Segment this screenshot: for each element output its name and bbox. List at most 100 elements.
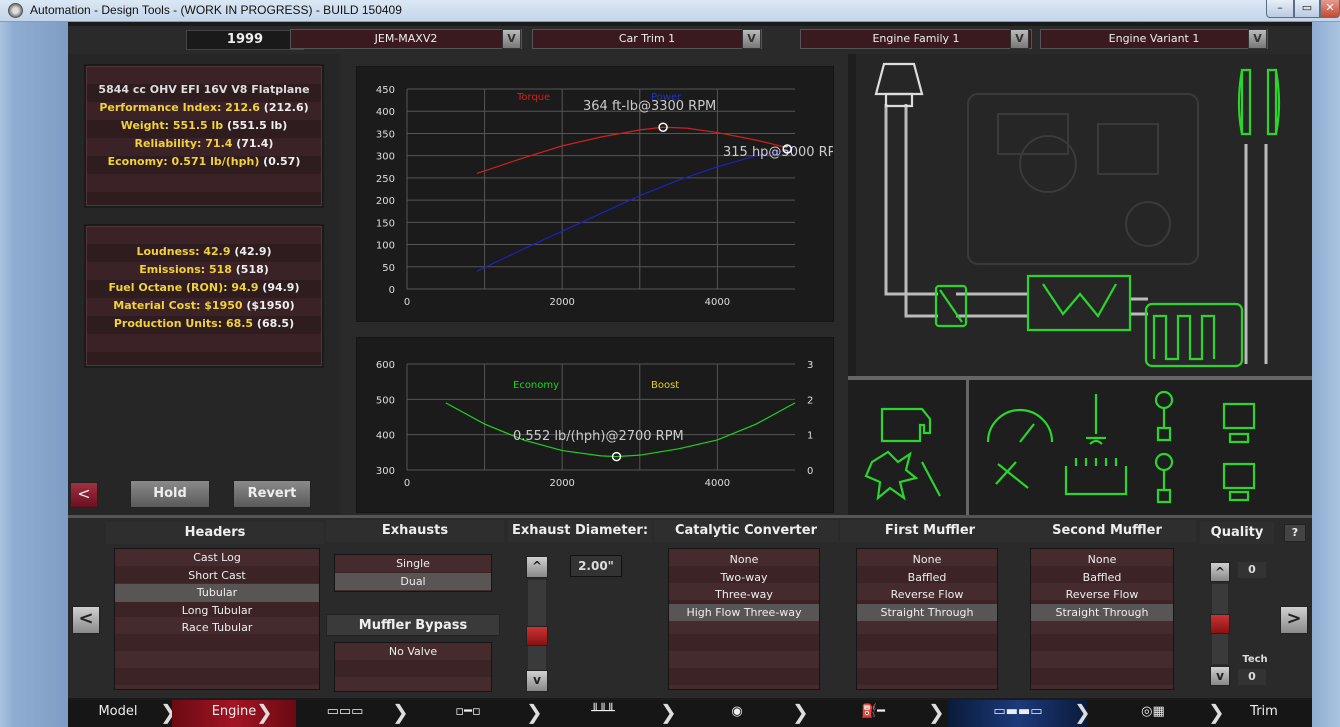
y2-tick-label: 2 bbox=[807, 395, 813, 406]
nav-engine[interactable]: Engine bbox=[172, 700, 296, 727]
first-muffler-option[interactable]: Baffled bbox=[857, 569, 997, 587]
piston-icon-2 bbox=[1222, 462, 1256, 502]
model-dropdown-button[interactable]: V bbox=[502, 29, 521, 49]
nav-exhaust-icon[interactable]: ▭▬▬▭ bbox=[948, 700, 1088, 727]
peak-torque-annotation: 364 ft-lb@3300 RPM bbox=[583, 99, 716, 114]
stat-value: Loudness: 42.9 bbox=[136, 245, 231, 258]
tachometer-icon bbox=[986, 408, 1054, 443]
catalytic-option[interactable]: Two-way bbox=[669, 569, 819, 587]
help-button[interactable]: ? bbox=[1284, 524, 1306, 542]
nav-trim[interactable]: Trim bbox=[1224, 700, 1304, 727]
headers-option[interactable]: Long Tubular bbox=[115, 602, 319, 620]
headers-option[interactable]: Tubular bbox=[115, 584, 319, 602]
model-dropdown[interactable]: JEM-MAXV2 bbox=[290, 29, 522, 49]
trim-dropdown-button[interactable]: V bbox=[742, 29, 761, 49]
catalytic-option[interactable]: High Flow Three-way bbox=[669, 603, 819, 621]
conrod-icon-2 bbox=[1154, 452, 1174, 504]
diameter-value: 2.00" bbox=[570, 555, 622, 577]
nav-model[interactable]: Model bbox=[68, 700, 168, 727]
revert-button[interactable]: Revert bbox=[233, 480, 311, 508]
exhausts-list: Single Dual bbox=[334, 554, 492, 592]
stat-previous-value: (94.9) bbox=[258, 281, 300, 294]
nav-test-icon[interactable]: ◎▦ bbox=[1098, 700, 1208, 727]
minimize-button[interactable]: – bbox=[1266, 0, 1294, 18]
trim-dropdown[interactable]: Car Trim 1 bbox=[532, 29, 762, 49]
diameter-up-button[interactable]: ^ bbox=[526, 556, 548, 578]
engine-variant-dropdown-button[interactable]: V bbox=[1248, 29, 1267, 49]
catalytic-option[interactable]: Three-way bbox=[669, 586, 819, 604]
stat-value: Weight: 551.5 lb bbox=[120, 119, 224, 132]
year-display: 1999 bbox=[186, 30, 304, 50]
stat-value: Emissions: 518 bbox=[139, 263, 232, 276]
nav-crankshaft-icon[interactable]: ╨╨╨ bbox=[548, 700, 658, 727]
headers-option[interactable]: Race Tubular bbox=[115, 619, 319, 637]
chevron-right-icon: ❯ bbox=[392, 700, 409, 724]
engine-variant-dropdown[interactable]: Engine Variant 1 bbox=[1040, 29, 1268, 49]
quality-value: 0 bbox=[1238, 562, 1266, 578]
back-button[interactable]: < bbox=[70, 482, 98, 508]
y-tick-label: 300 bbox=[376, 466, 395, 477]
y-tick-label: 50 bbox=[382, 263, 395, 274]
chevron-right-icon: ❯ bbox=[928, 700, 945, 724]
headers-option[interactable]: Cast Log bbox=[115, 549, 319, 567]
chevron-right-icon: ❯ bbox=[660, 700, 677, 724]
scroll-left-button[interactable]: < bbox=[72, 606, 100, 634]
y2-tick-label: 1 bbox=[807, 431, 813, 442]
stat-value: Fuel Octane (RON): 94.9 bbox=[108, 281, 259, 294]
window-close-button[interactable]: ✕ bbox=[1320, 0, 1340, 18]
y-tick-label: 0 bbox=[389, 285, 395, 296]
catalytic-option[interactable]: None bbox=[669, 551, 819, 569]
nav-fuel-icon[interactable]: ⛽━ bbox=[818, 700, 928, 727]
y-tick-label: 350 bbox=[376, 129, 395, 140]
bypass-option[interactable]: No Valve bbox=[335, 643, 491, 661]
nav-engine-block-icon[interactable]: ▭▭▭ bbox=[298, 700, 392, 727]
stat-previous-value: (42.9) bbox=[230, 245, 272, 258]
second-muffler-option[interactable]: Reverse Flow bbox=[1031, 586, 1173, 604]
stat-previous-value: (212.6) bbox=[259, 101, 309, 114]
second-muffler-option[interactable]: Straight Through bbox=[1031, 603, 1173, 621]
diameter-slider-handle[interactable] bbox=[526, 626, 548, 646]
x-tick-label: 4000 bbox=[705, 297, 730, 308]
exhausts-option[interactable]: Single bbox=[335, 555, 491, 573]
second-muffler-option[interactable]: Baffled bbox=[1031, 569, 1173, 587]
x-tick-label: 2000 bbox=[549, 478, 574, 489]
second-muffler-option[interactable]: None bbox=[1031, 551, 1173, 569]
legend-economy: Economy bbox=[513, 380, 559, 391]
engine-family-dropdown[interactable]: Engine Family 1 bbox=[800, 29, 1032, 49]
window-frame-right bbox=[1312, 22, 1340, 727]
first-muffler-option[interactable]: Straight Through bbox=[857, 603, 997, 621]
stat-previous-value: (551.5 lb) bbox=[223, 119, 288, 132]
diameter-down-button[interactable]: v bbox=[526, 670, 548, 692]
quality-up-button[interactable]: ^ bbox=[1210, 562, 1230, 582]
production-stats-panel: Loudness: 42.9 (42.9) Emissions: 518 (518… bbox=[84, 224, 324, 368]
exhausts-option[interactable]: Dual bbox=[335, 572, 491, 590]
stat-row: Economy: 0.571 lb/(hph) (0.57) bbox=[86, 153, 322, 171]
stat-previous-value: (68.5) bbox=[253, 317, 295, 330]
hold-button[interactable]: Hold bbox=[130, 480, 210, 508]
engine-valve-icon bbox=[1086, 394, 1106, 445]
chevron-right-icon: ❯ bbox=[1074, 700, 1091, 724]
maximize-button[interactable]: ▭ bbox=[1294, 0, 1320, 18]
headers-option[interactable]: Short Cast bbox=[115, 567, 319, 585]
y-tick-label: 500 bbox=[376, 395, 395, 406]
stat-row: Performance Index: 212.6 (212.6) bbox=[86, 99, 322, 117]
torque-power-chart: 0 50 100 150 200 250 300 350 400 450 0 2000 4000 Torq… bbox=[357, 67, 833, 321]
scroll-right-button[interactable]: > bbox=[1280, 606, 1308, 634]
quality-slider-handle[interactable] bbox=[1210, 614, 1230, 634]
nav-drivetrain-icon[interactable]: ▫━▫ bbox=[418, 700, 518, 727]
stat-row: Fuel Octane (RON): 94.9 (94.9) bbox=[86, 279, 322, 297]
nav-turbo-icon[interactable]: ◉ bbox=[684, 700, 790, 727]
quality-down-button[interactable]: v bbox=[1210, 666, 1230, 686]
first-muffler-option[interactable]: Reverse Flow bbox=[857, 586, 997, 604]
turbo-icon bbox=[864, 450, 919, 501]
bottom-nav: Model ❯ Engine ❯ ▭▭▭ ❯ ▫━▫ ❯ ╨╨╨ ❯ ◉ ❯ ⛽… bbox=[68, 700, 1312, 727]
engine-family-dropdown-button[interactable]: V bbox=[1010, 29, 1029, 49]
economy-chart: 300 400 500 600 0 2000 4000 0 1 2 3 Economy Boost 0.5… bbox=[357, 338, 833, 512]
exhaust-diameter-label: Exhaust Diameter: bbox=[508, 520, 652, 542]
stat-row: Reliability: 71.4 (71.4) bbox=[86, 135, 322, 153]
window-frame-left bbox=[0, 22, 68, 727]
y-tick-label: 100 bbox=[376, 241, 395, 252]
stat-previous-value: (71.4) bbox=[232, 137, 274, 150]
first-muffler-option[interactable]: None bbox=[857, 551, 997, 569]
quality-header: Quality bbox=[1200, 522, 1274, 544]
